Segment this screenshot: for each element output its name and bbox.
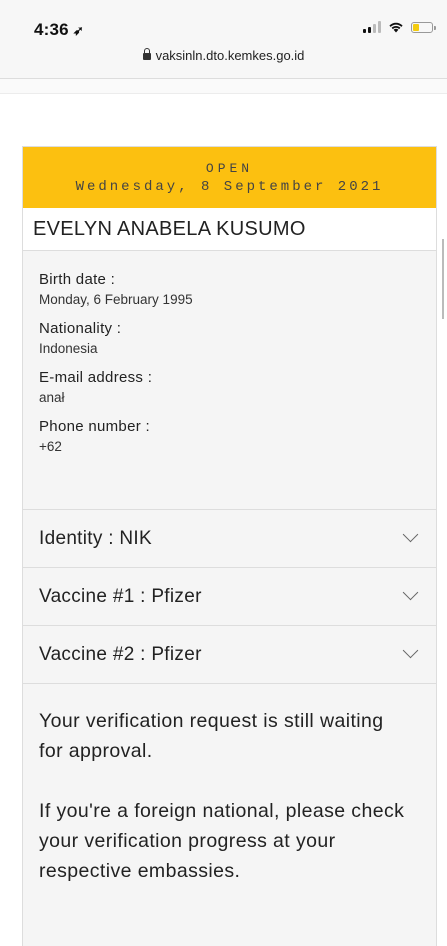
accordion-label: Vaccine #1 : Pfizer [39,585,202,607]
url-text: vaksinln.dto.kemkes.go.id [155,48,305,63]
toolbar-divider [0,79,447,94]
card-header: OPEN Wednesday, 8 September 2021 [23,147,436,208]
accordion-label: Identity : NIK [39,527,152,549]
field-email: E-mail address : anał [39,368,436,408]
field-nationality: Nationality : Indonesia [39,319,436,359]
verification-card: OPEN Wednesday, 8 September 2021 EVELYN … [22,146,444,946]
battery-fill [413,23,419,31]
cellular-signal-icon [363,21,381,33]
field-birth-date: Birth date : Monday, 6 February 1995 [39,270,436,310]
status-label: OPEN [205,161,254,176]
battery-icon [411,21,436,33]
status-time-text: 4:36 [34,20,69,39]
field-label: E-mail address : [39,369,153,386]
holder-name: EVELYN ANABELA KUSUMO [23,208,436,251]
field-phone: Phone number : +62 [39,417,436,457]
appointment-date: Wednesday, 8 September 2021 [75,179,384,195]
field-value: anał [39,390,65,405]
chevron-down-icon [402,526,419,543]
accordion-vaccine-2[interactable]: Vaccine #2 : Pfizer [23,626,436,684]
personal-details: Birth date : Monday, 6 February 1995 Nat… [23,239,444,510]
status-time: 4:36 ➶ [34,20,84,40]
field-value: +62 [39,439,62,454]
field-value: Indonesia [39,341,98,356]
lock-icon [142,48,151,60]
scrollbar[interactable] [442,239,444,319]
notice-paragraph: Your verification request is still waiti… [39,710,384,762]
notice-paragraph: If you're a foreign national, please che… [39,800,405,882]
chevron-down-icon [402,584,419,601]
location-arrow-icon: ➶ [72,23,84,38]
field-label: Birth date : [39,271,116,288]
address-bar[interactable]: vaksinln.dto.kemkes.go.id [0,48,447,63]
field-value: Monday, 6 February 1995 [39,292,193,307]
wifi-icon [389,22,403,33]
status-icons [363,21,436,33]
chevron-down-icon [402,642,419,659]
browser-chrome: 4:36 ➶ vaksinln.dto.kemkes.go.id [0,0,447,79]
field-label: Nationality : [39,320,122,337]
field-label: Phone number : [39,418,150,435]
accordion-identity[interactable]: Identity : NIK [23,510,436,568]
verification-notice: Your verification request is still waiti… [23,684,436,886]
accordion-vaccine-1[interactable]: Vaccine #1 : Pfizer [23,568,436,626]
accordion-label: Vaccine #2 : Pfizer [39,643,202,665]
